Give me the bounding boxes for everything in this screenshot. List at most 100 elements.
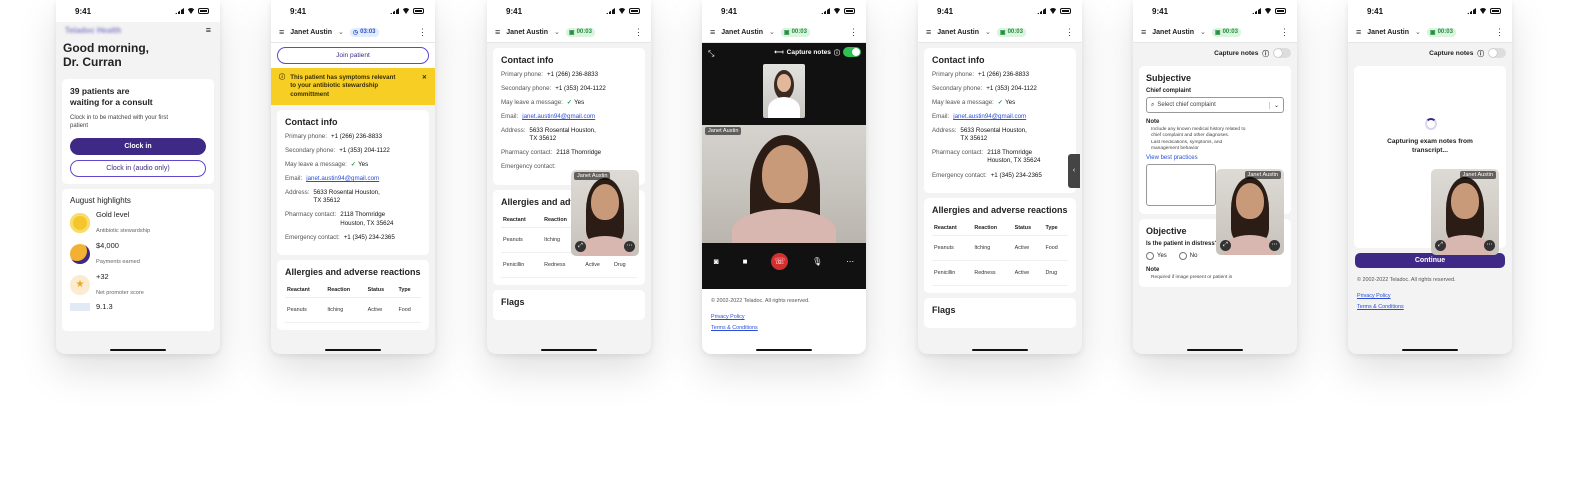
menu-icon[interactable]: ≡ <box>206 25 211 35</box>
wifi-icon <box>1479 8 1487 14</box>
email-row: Email: janet.austin94@gmail.com <box>932 113 1068 121</box>
menu-icon[interactable]: ≡ <box>926 27 931 37</box>
more-icon[interactable]: ⋯ <box>1269 240 1280 251</box>
chief-complaint-select[interactable]: ⌕ Select chief complaint ⌄ <box>1146 97 1284 113</box>
more-icon[interactable]: ⋮ <box>418 27 427 38</box>
primary-phone-row: Primary phone: +1 (266) 236-8833 <box>501 71 637 79</box>
patient-name[interactable]: Janet Austin <box>1152 29 1194 36</box>
pharmacy-label: Pharmacy contact: <box>932 149 984 157</box>
patient-name[interactable]: Janet Austin <box>721 29 763 36</box>
secondary-phone-label: Secondary phone: <box>501 85 552 93</box>
address-label: Address: <box>285 189 310 197</box>
emergency-row: Emergency contact: +1 (345) 234-2365 <box>285 234 421 242</box>
patient-name[interactable]: Janet Austin <box>937 29 979 36</box>
doctor-preview[interactable] <box>763 64 805 118</box>
menu-icon[interactable]: ≡ <box>1141 27 1146 37</box>
chevron-down-icon[interactable]: ⌄ <box>1415 28 1421 36</box>
message-label: May leave a message: <box>932 99 994 107</box>
pharmacy-label: Pharmacy contact: <box>285 211 337 219</box>
column-header: Type <box>1043 220 1068 236</box>
join-area: Join patient <box>271 43 435 68</box>
signal-icon <box>390 8 399 14</box>
more-icon[interactable]: ⋮ <box>1280 27 1289 38</box>
chevron-down-icon: ⌄ <box>1268 101 1283 109</box>
best-practices-link[interactable]: View best practices <box>1146 155 1284 161</box>
video-icon: ▣ <box>1429 29 1436 36</box>
email-link[interactable]: janet.austin94@gmail.com <box>522 113 595 121</box>
note-textarea[interactable] <box>1146 163 1216 206</box>
chevron-down-icon[interactable]: ⌄ <box>554 28 560 36</box>
patient-face <box>762 145 808 203</box>
chevron-down-icon[interactable]: ⌄ <box>338 28 344 36</box>
copyright: © 2002-2022 Teladoc. All rights reserved… <box>711 298 810 304</box>
clock-in-button[interactable]: Clock in <box>70 137 206 155</box>
menu-icon[interactable]: ≡ <box>1356 27 1361 37</box>
chevron-down-icon[interactable]: ⌄ <box>1200 28 1206 36</box>
more-options-icon[interactable]: ⋯ <box>846 257 854 266</box>
capture-notes-toggle[interactable] <box>1488 48 1506 58</box>
video-toggle-icon[interactable]: ■ <box>743 257 748 266</box>
secondary-phone-row: Secondary phone: +1 (353) 204-1122 <box>285 147 421 155</box>
status-time: 9:41 <box>290 6 307 16</box>
help-icon[interactable]: ⓘ <box>1262 48 1269 58</box>
expand-icon[interactable]: ⤢ <box>1220 240 1231 251</box>
continue-button[interactable]: Continue <box>1355 253 1505 268</box>
more-icon[interactable]: ⋯ <box>1484 240 1495 251</box>
timer-text: 00:03 <box>1007 29 1023 35</box>
menu-icon[interactable]: ≡ <box>279 27 284 37</box>
privacy-link[interactable]: Privacy Policy <box>1357 292 1503 300</box>
secondary-phone-row: Secondary phone: +1 (353) 204-1122 <box>501 85 637 93</box>
patient-name[interactable]: Janet Austin <box>1367 29 1409 36</box>
status-bar: 9:41 <box>1348 0 1512 22</box>
clock-in-audio-button[interactable]: Clock in (audio only) <box>70 159 206 177</box>
drawer-handle[interactable]: ‹ <box>1068 154 1080 188</box>
more-icon[interactable]: ⋮ <box>1495 27 1504 38</box>
end-call-button[interactable]: ☏ <box>771 253 789 270</box>
close-icon[interactable]: ✕ <box>422 74 427 99</box>
terms-link[interactable]: Terms & Conditions <box>711 324 857 332</box>
more-icon[interactable]: ⋮ <box>634 27 643 38</box>
table-cell: Drug <box>1043 260 1068 286</box>
email-link[interactable]: janet.austin94@gmail.com <box>306 175 379 183</box>
patient-face <box>591 184 619 220</box>
more-icon[interactable]: ⋯ <box>624 241 635 252</box>
wifi-icon <box>187 8 195 14</box>
emergency-phone: +1 (345) 234-2365 <box>343 233 395 241</box>
capture-notes-toggle[interactable] <box>843 47 861 57</box>
menu-icon[interactable]: ≡ <box>495 27 500 37</box>
home-indicator <box>325 349 381 351</box>
help-icon[interactable]: ⓘ <box>834 48 840 57</box>
menu-icon[interactable]: ≡ <box>710 27 715 37</box>
expand-icon[interactable]: ⤢ <box>575 241 586 252</box>
radio-no[interactable]: No <box>1178 251 1197 260</box>
collapse-icon[interactable]: ⤡ <box>708 49 714 59</box>
video-pip[interactable]: Janet Austin ⤢ ⋯ <box>1431 169 1499 255</box>
chevron-down-icon[interactable]: ⌄ <box>985 28 991 36</box>
help-icon[interactable]: ⓘ <box>1477 48 1484 58</box>
expand-icon[interactable]: ⤢ <box>1435 240 1446 251</box>
greeting: Good morning, Dr. Curran <box>63 41 149 70</box>
capture-notes-toggle[interactable] <box>1273 48 1291 58</box>
video-pip[interactable]: Janet Austin ⤢ ⋯ <box>571 170 639 256</box>
wifi-icon <box>618 8 626 14</box>
privacy-link[interactable]: Privacy Policy <box>711 313 857 321</box>
terms-link[interactable]: Terms & Conditions <box>1357 303 1503 311</box>
join-patient-button[interactable]: Join patient <box>277 47 429 64</box>
pharmacy-row: Pharmacy contact:2118 Thornridge Houston… <box>932 149 1068 165</box>
phone-video-call: 9:41 ≡ Janet Austin ⌄ ▣ 00:03 ⋮ ⤡ ⟻ Capture n… <box>702 0 866 354</box>
top-bar: ≡ Janet Austin ⌄ ▣ 00:03 ⋮ <box>487 22 651 43</box>
email-link[interactable]: janet.austin94@gmail.com <box>953 113 1026 121</box>
chevron-down-icon[interactable]: ⌄ <box>769 28 775 36</box>
radio-yes[interactable]: Yes <box>1146 251 1167 260</box>
microphone-icon[interactable]: 🎙 <box>812 257 822 266</box>
patient-name[interactable]: Janet Austin <box>506 29 548 36</box>
more-icon[interactable]: ⋮ <box>849 27 858 38</box>
patient-name[interactable]: Janet Austin <box>290 29 332 36</box>
camera-icon[interactable]: ◙ <box>714 257 719 266</box>
more-icon[interactable]: ⋮ <box>1065 27 1074 38</box>
allergies-card: Allergies and adverse reactions Reactant… <box>924 197 1076 293</box>
secondary-phone-label: Secondary phone: <box>285 147 336 155</box>
emergency-row: Emergency contact: +1 (345) 234-2365 <box>932 172 1068 180</box>
search-icon: ⌕ <box>1151 101 1155 108</box>
video-pip[interactable]: Janet Austin ⤢ ⋯ <box>1216 169 1284 255</box>
